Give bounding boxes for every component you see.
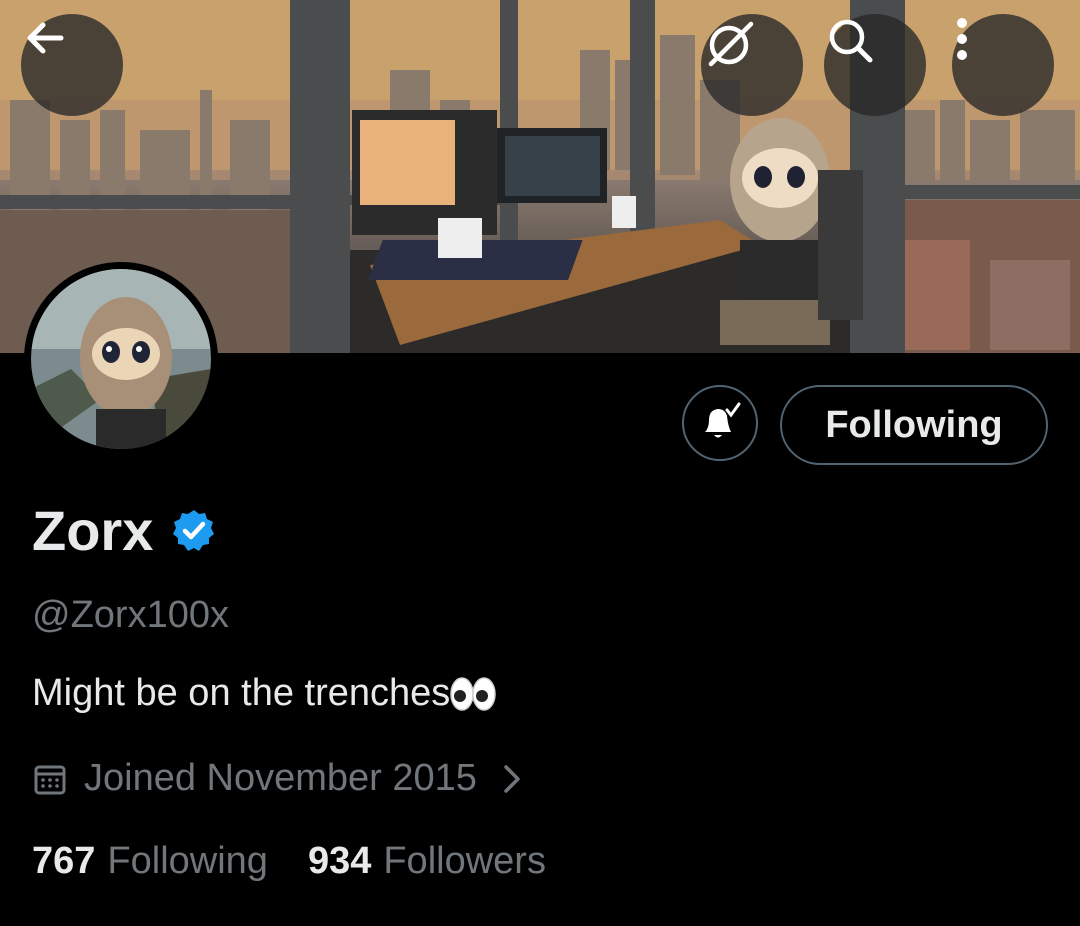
bio: Might be on the trenches	[32, 672, 497, 715]
bio-text: Might be on the trenches	[32, 672, 451, 714]
eyes-emoji-icon	[450, 676, 497, 711]
followers-count: 934	[307, 840, 372, 882]
grok-button[interactable]	[701, 14, 803, 116]
following-label: Following	[107, 840, 268, 882]
more-vertical-icon	[957, 18, 967, 60]
avatar-image	[31, 269, 211, 449]
more-button[interactable]	[952, 14, 1054, 116]
grok-icon	[708, 21, 754, 67]
joined-date[interactable]: Joined November 2015	[34, 757, 523, 800]
arrow-left-icon	[27, 22, 64, 54]
back-button[interactable]	[21, 14, 123, 116]
joined-text: Joined November 2015	[84, 757, 477, 799]
followers-stat[interactable]: 934 Followers	[308, 840, 546, 883]
verified-badge-icon[interactable]	[171, 508, 217, 554]
chevron-right-icon	[501, 763, 523, 795]
following-stat[interactable]: 767 Following	[32, 840, 268, 883]
notifications-button[interactable]	[682, 385, 758, 461]
search-icon	[829, 19, 873, 63]
display-name: Zorx	[32, 499, 154, 562]
following-button[interactable]: Following	[780, 385, 1048, 465]
avatar[interactable]	[24, 262, 218, 456]
calendar-icon	[34, 765, 66, 794]
bell-check-icon	[705, 402, 741, 438]
display-name-row: Zorx	[32, 498, 217, 563]
following-count: 767	[32, 840, 96, 882]
follow-stats: 767 Following 934 Followers	[32, 840, 586, 883]
followers-label: Followers	[383, 840, 546, 882]
search-button[interactable]	[824, 14, 926, 116]
handle: @Zorx100x	[32, 594, 229, 636]
